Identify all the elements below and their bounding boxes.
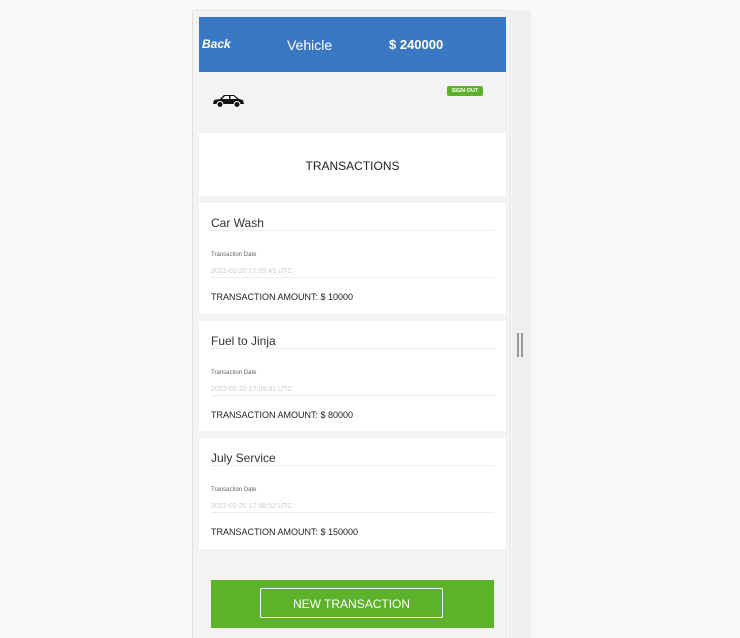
transaction-title: July Service	[211, 451, 276, 465]
transaction-title: Car Wash	[211, 216, 264, 230]
transaction-date-label: Transaction Date	[211, 487, 257, 493]
divider	[211, 512, 494, 513]
divider	[211, 395, 494, 396]
transaction-card[interactable]: Car Wash Transaction Date 2023-02-20 17:…	[199, 203, 506, 314]
transactions-header-card: TRANSACTIONS	[199, 133, 506, 196]
transaction-card[interactable]: July Service Transaction Date 2023-02-20…	[199, 438, 506, 549]
transaction-date: 2023-02-20 17:09:49 UTC	[211, 268, 293, 275]
new-transaction-button[interactable]: NEW TRANSACTION	[260, 588, 443, 618]
back-link[interactable]: Back	[202, 37, 231, 51]
new-transaction-bar: NEW TRANSACTION	[211, 580, 494, 628]
resize-handle-icon[interactable]	[517, 333, 523, 357]
balance-total: $ 240000	[389, 37, 444, 52]
section-heading: TRANSACTIONS	[305, 159, 400, 173]
transaction-amount: TRANSACTION AMOUNT: $ 150000	[211, 527, 359, 537]
transaction-card[interactable]: Fuel to Jinja Transaction Date 2023-02-2…	[199, 321, 506, 431]
car-icon	[213, 95, 244, 108]
transaction-date: 2023-02-20 17:08:52 UTC	[211, 503, 293, 510]
transaction-title: Fuel to Jinja	[211, 334, 276, 348]
page-title: Vehicle	[287, 37, 333, 53]
top-bar: Back Vehicle $ 240000	[199, 17, 506, 72]
transaction-date-label: Transaction Date	[211, 252, 257, 258]
resize-bar	[517, 333, 519, 357]
side-panel	[512, 10, 531, 638]
divider	[211, 277, 494, 278]
transaction-date: 2023-02-20 17:09:31 UTC	[211, 386, 293, 393]
transaction-amount: TRANSACTION AMOUNT: $ 10000	[211, 292, 354, 302]
page: Back Vehicle $ 240000 SIGN OUT TRANSACTI…	[0, 0, 740, 638]
sign-out-button[interactable]: SIGN OUT	[447, 86, 483, 96]
divider	[211, 465, 494, 466]
divider	[211, 230, 494, 231]
divider	[211, 348, 494, 349]
transaction-amount: TRANSACTION AMOUNT: $ 80000	[211, 410, 354, 420]
resize-bar	[521, 333, 523, 357]
transaction-date-label: Transaction Date	[211, 370, 257, 376]
